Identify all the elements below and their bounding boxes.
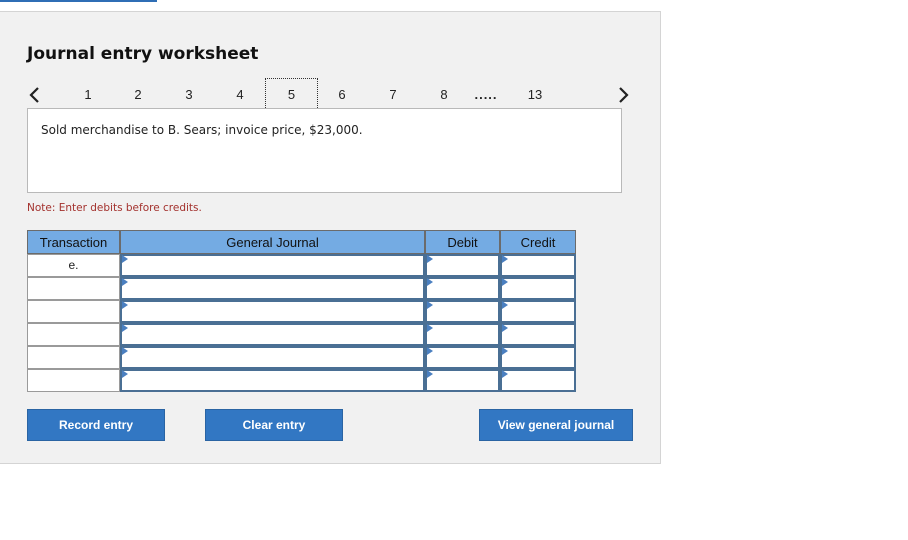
column-header-transaction: Transaction xyxy=(27,230,120,254)
page-link-8[interactable]: 8 xyxy=(434,78,454,112)
transaction-description: Sold merchandise to B. Sears; invoice pr… xyxy=(41,123,363,137)
table-row xyxy=(27,346,576,369)
transaction-cell: e. xyxy=(27,254,120,277)
pagination: 1 2 3 4 5 6 7 8 ..... 13 xyxy=(0,78,661,112)
page-link-5-active[interactable]: 5 xyxy=(265,78,318,112)
account-select[interactable] xyxy=(120,300,425,323)
credit-input[interactable] xyxy=(500,369,576,392)
account-select[interactable] xyxy=(120,346,425,369)
debit-input[interactable] xyxy=(425,323,500,346)
debit-input[interactable] xyxy=(425,369,500,392)
account-select[interactable] xyxy=(120,277,425,300)
record-entry-button[interactable]: Record entry xyxy=(27,409,165,441)
credit-input[interactable] xyxy=(500,346,576,369)
table-row: e. xyxy=(27,254,576,277)
instruction-note: Note: Enter debits before credits. xyxy=(27,202,202,214)
top-accent-bar xyxy=(0,0,157,2)
clear-entry-button[interactable]: Clear entry xyxy=(205,409,343,441)
transaction-cell xyxy=(27,300,120,323)
account-select[interactable] xyxy=(120,323,425,346)
page-link-4[interactable]: 4 xyxy=(230,78,250,112)
transaction-cell xyxy=(27,369,120,392)
transaction-cell xyxy=(27,323,120,346)
transaction-description-box: Sold merchandise to B. Sears; invoice pr… xyxy=(27,108,622,193)
page-link-2[interactable]: 2 xyxy=(128,78,148,112)
table-row xyxy=(27,300,576,323)
table-row xyxy=(27,323,576,346)
page-link-13[interactable]: 13 xyxy=(523,78,547,112)
account-select[interactable] xyxy=(120,254,425,277)
column-header-debit: Debit xyxy=(425,230,500,254)
page-link-1[interactable]: 1 xyxy=(78,78,98,112)
credit-input[interactable] xyxy=(500,254,576,277)
debit-input[interactable] xyxy=(425,346,500,369)
page-link-3[interactable]: 3 xyxy=(179,78,199,112)
credit-input[interactable] xyxy=(500,277,576,300)
chevron-right-icon[interactable] xyxy=(612,83,634,107)
debit-input[interactable] xyxy=(425,254,500,277)
table-row xyxy=(27,277,576,300)
account-select[interactable] xyxy=(120,369,425,392)
page-title: Journal entry worksheet xyxy=(27,44,259,64)
chevron-left-icon[interactable] xyxy=(24,83,46,107)
credit-input[interactable] xyxy=(500,323,576,346)
page-link-6[interactable]: 6 xyxy=(332,78,352,112)
view-general-journal-button[interactable]: View general journal xyxy=(479,409,633,441)
debit-input[interactable] xyxy=(425,300,500,323)
credit-input[interactable] xyxy=(500,300,576,323)
page-link-7[interactable]: 7 xyxy=(383,78,403,112)
column-header-credit: Credit xyxy=(500,230,576,254)
debit-input[interactable] xyxy=(425,277,500,300)
transaction-cell xyxy=(27,277,120,300)
table-row xyxy=(27,369,576,392)
column-header-general-journal: General Journal xyxy=(120,230,425,254)
page-ellipsis: ..... xyxy=(474,87,498,102)
transaction-cell xyxy=(27,346,120,369)
